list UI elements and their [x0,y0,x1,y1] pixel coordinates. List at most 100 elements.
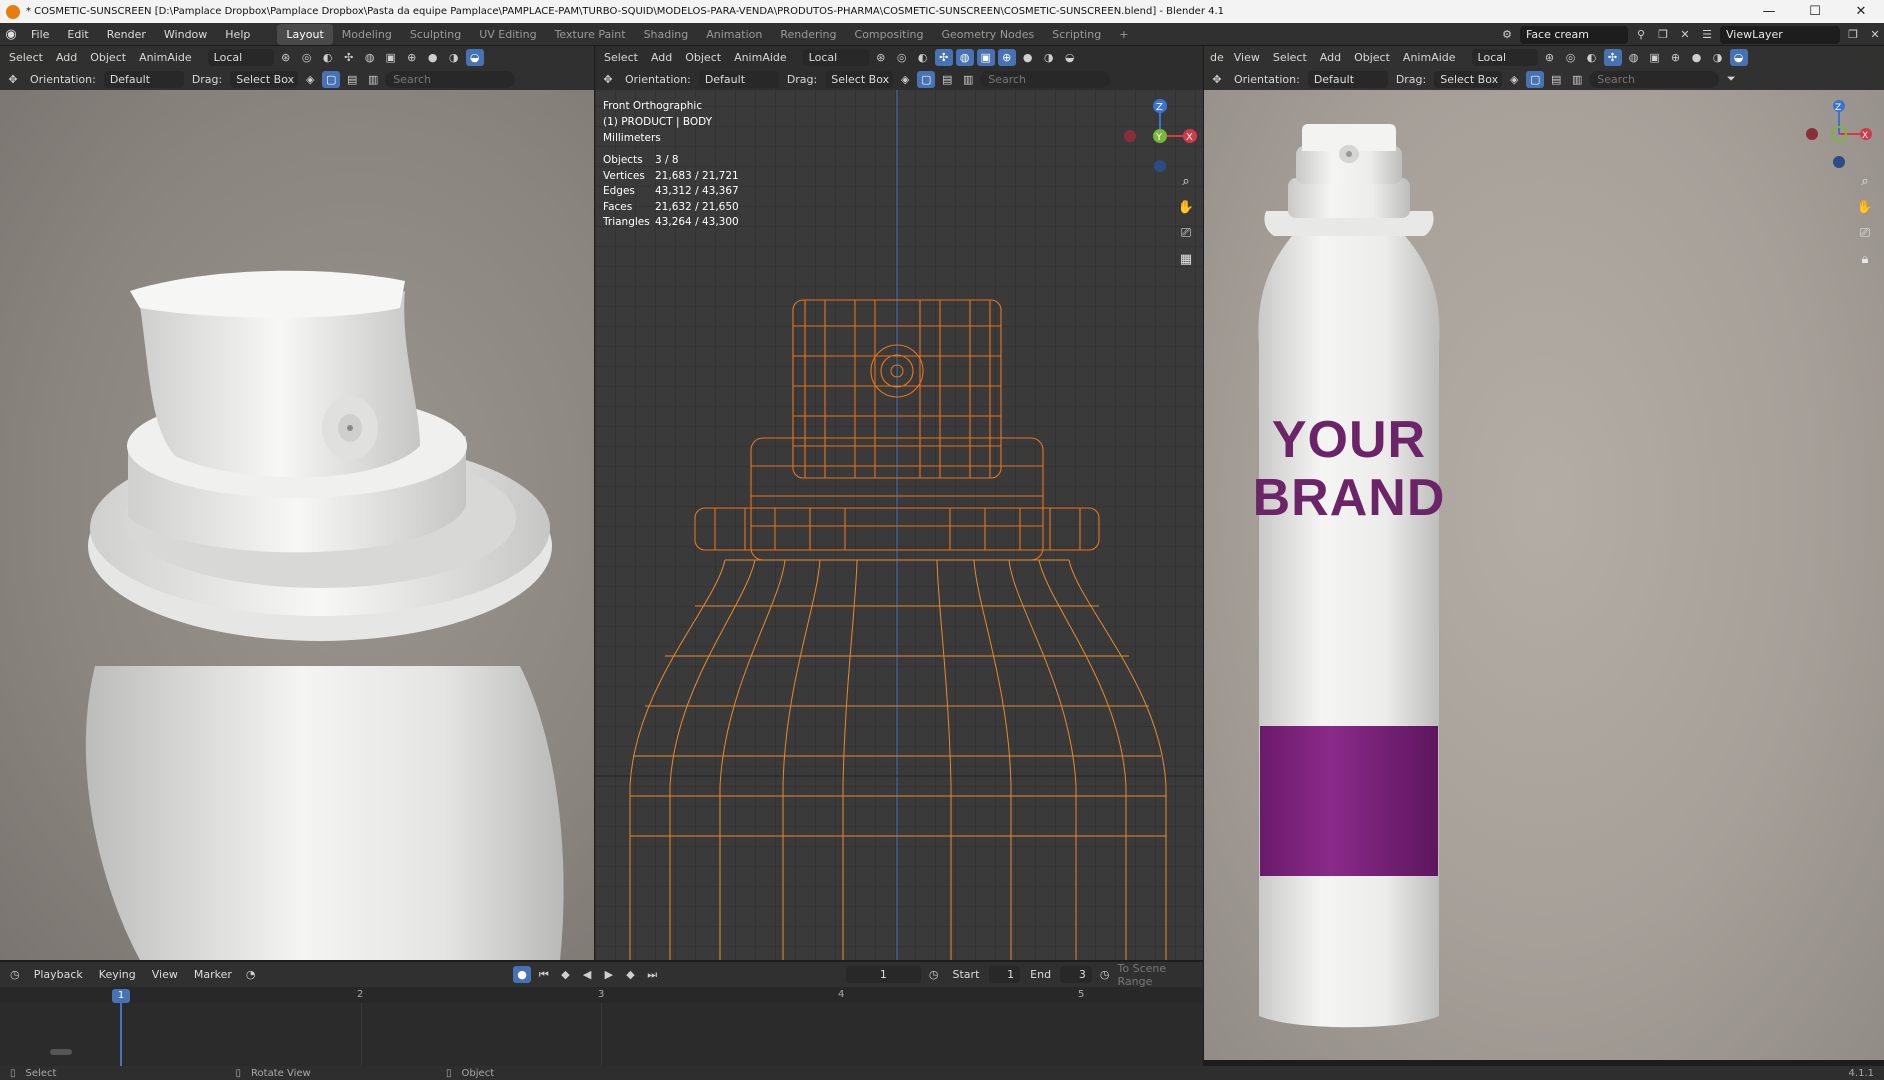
tab-modeling[interactable]: Modeling [333,24,401,45]
view-layer-field[interactable]: ViewLayer [1720,25,1840,44]
left-select-icon[interactable]: ▢ [322,70,341,88]
left-viewport[interactable]: Select Add Object AnimAide Local ⊛ ◎ ◐ ✣… [0,46,594,960]
delete-scene-icon[interactable]: ✕ [1676,26,1694,43]
left-orientation-dropdown[interactable]: Default [103,70,184,88]
center-move-tool-icon[interactable]: ✥ [599,71,617,88]
right-xray-icon[interactable]: ▣ [1646,49,1664,66]
auto-keying-icon[interactable]: ◔ [242,966,260,983]
right-menu-animaide[interactable]: AnimAide [1398,51,1461,64]
center-orientation-dropdown[interactable]: Default [698,70,779,88]
left-menu-select[interactable]: Select [4,51,48,64]
left-extend-icon[interactable]: ▤ [343,71,361,88]
menu-edit[interactable]: Edit [58,23,97,46]
center-transform-pivot-dropdown[interactable]: Local [802,48,869,66]
view-layer-icon[interactable]: ☰ [1698,26,1716,43]
left-proportional-icon[interactable]: ◎ [298,49,316,66]
right-proportional-icon[interactable]: ◎ [1562,49,1580,66]
new-view-layer-icon[interactable]: ❐ [1844,26,1862,43]
right-solid-shading-icon[interactable]: ● [1688,49,1706,66]
menu-window[interactable]: Window [155,23,216,46]
start-frame-field[interactable]: 1 [988,966,1021,983]
right-pan-hand-icon[interactable]: ✋ [1853,195,1877,219]
right-lock-icon[interactable]: 🔒︎ [1853,247,1877,271]
right-navigation-gizmo[interactable]: Z X [1804,94,1874,174]
left-menu-add[interactable]: Add [51,51,82,64]
pan-hand-icon[interactable]: ✋ [1174,195,1198,219]
right-mode-tail[interactable]: de [1208,51,1226,64]
center-mode-icon[interactable]: ◈ [896,71,914,88]
add-workspace-button[interactable]: + [1110,24,1137,45]
current-frame-field[interactable]: 1 [845,966,921,983]
right-overlay-icon[interactable]: ◍ [1625,49,1643,66]
left-solid-shading-icon[interactable]: ● [424,49,442,66]
right-search-field[interactable]: Search [1589,70,1720,88]
right-select-icon[interactable]: ▢ [1526,70,1545,88]
right-menu-select[interactable]: Select [1268,51,1312,64]
jump-end-icon[interactable]: ⏭ [643,966,661,983]
right-menu-view[interactable]: View [1229,51,1265,64]
tab-layout[interactable]: Layout [277,23,333,45]
center-wireframe-shading-icon[interactable]: ⊕ [997,48,1016,66]
minimize-button[interactable]: — [1746,0,1792,23]
camera-icon[interactable]: ⎚ [1174,221,1198,245]
tab-geometry-nodes[interactable]: Geometry Nodes [932,24,1043,45]
right-menu-add[interactable]: Add [1315,51,1346,64]
right-filter-icon[interactable]: ⏷ [1722,71,1740,88]
center-material-shading-icon[interactable]: ◑ [1040,49,1058,66]
center-menu-object[interactable]: Object [680,51,726,64]
menu-file[interactable]: File [22,23,58,46]
center-proportional-icon[interactable]: ◎ [893,49,911,66]
jump-start-icon[interactable]: ⏮ [535,966,553,983]
right-camera-icon[interactable]: ⎚ [1853,221,1877,245]
scene-range-icon[interactable]: ◷ [1096,966,1114,983]
left-wireframe-shading-icon[interactable]: ⊕ [403,49,421,66]
delete-view-layer-icon[interactable]: ✕ [1866,26,1884,43]
center-rendered-shading-icon[interactable]: ◒ [1061,49,1079,66]
new-scene-icon[interactable]: ❐ [1654,26,1672,43]
right-wireframe-shading-icon[interactable]: ⊕ [1667,49,1685,66]
center-solid-shading-icon[interactable]: ● [1019,49,1037,66]
center-menu-select[interactable]: Select [599,51,643,64]
tab-scripting[interactable]: Scripting [1043,24,1110,45]
left-gizmo-icon[interactable]: ✣ [340,49,358,66]
right-visibility-icon[interactable]: ◐ [1583,49,1601,66]
play-icon[interactable]: ▶ [600,966,618,983]
tab-animation[interactable]: Animation [697,24,771,45]
center-extend-icon[interactable]: ▤ [938,71,956,88]
close-button[interactable]: ✕ [1838,0,1884,23]
end-frame-field[interactable]: 3 [1060,966,1092,983]
left-move-tool-icon[interactable]: ✥ [4,71,22,88]
preview-range-icon[interactable]: ◷ [925,966,943,983]
left-transform-pivot-dropdown[interactable]: Local [207,48,274,66]
right-subtract-icon[interactable]: ▥ [1568,71,1586,88]
right-extend-icon[interactable]: ▤ [1547,71,1565,88]
editor-type-icon[interactable]: ◷ [6,966,24,983]
left-snap-icon[interactable]: ⊛ [277,49,295,66]
play-reverse-icon[interactable]: ◀ [578,966,596,983]
scene-icon[interactable]: ⚙ [1498,26,1516,43]
right-mode-icon[interactable]: ◈ [1505,71,1523,88]
timeline-menu-view[interactable]: View [146,968,184,981]
left-subtract-icon[interactable]: ▥ [364,71,382,88]
menu-help[interactable]: Help [216,23,259,46]
tab-rendering[interactable]: Rendering [771,24,845,45]
navigation-gizmo[interactable]: Z Y X [1120,96,1200,176]
pin-icon[interactable]: ⚲ [1632,26,1650,43]
center-subtract-icon[interactable]: ▥ [959,71,977,88]
timeline-track[interactable]: 1 2 3 4 5 [0,987,1203,1066]
right-orientation-dropdown[interactable]: Default [1307,70,1388,88]
right-material-shading-icon[interactable]: ◑ [1709,49,1727,66]
timeline-scrollbar[interactable] [50,1049,72,1055]
timeline-menu-marker[interactable]: Marker [188,968,238,981]
center-viewport[interactable]: Select Add Object AnimAide Local ⊛ ◎ ◐ ✣… [595,46,1203,960]
center-gizmo-icon[interactable]: ✣ [934,48,953,66]
right-menu-object[interactable]: Object [1349,51,1395,64]
right-transform-pivot-dropdown[interactable]: Local [1471,48,1538,66]
center-snap-icon[interactable]: ⊛ [872,49,890,66]
right-move-tool-icon[interactable]: ✥ [1208,71,1226,88]
left-rendered-shading-icon[interactable]: ◒ [465,48,484,66]
right-gizmo-icon[interactable]: ✣ [1603,48,1622,66]
center-visibility-icon[interactable]: ◐ [914,49,932,66]
left-menu-object[interactable]: Object [85,51,131,64]
tab-shading[interactable]: Shading [635,24,698,45]
